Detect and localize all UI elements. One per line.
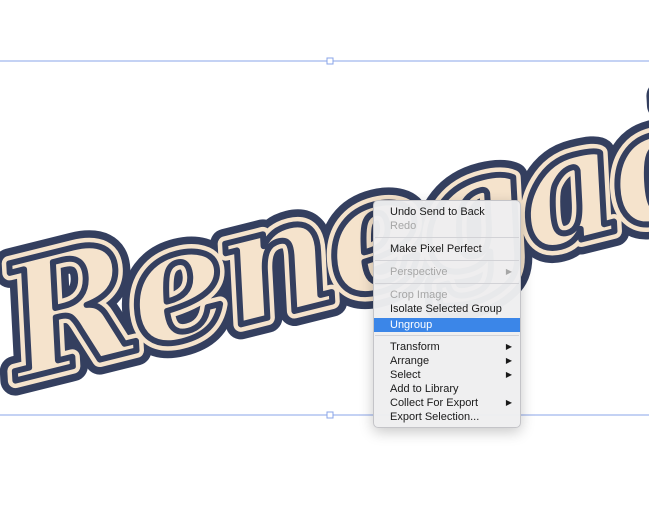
menu-item-label: Crop Image	[390, 289, 448, 301]
menu-item-isolate-selected-group[interactable]: Isolate Selected Group	[374, 302, 520, 316]
submenu-arrow-icon: ▶	[505, 356, 512, 365]
menu-item-label: Perspective	[390, 266, 448, 278]
menu-item-label: Add to Library	[390, 383, 459, 395]
menu-item-undo-send-to-back[interactable]: Undo Send to Back	[374, 205, 520, 219]
submenu-arrow-icon: ▶	[505, 370, 512, 379]
menu-item-make-pixel-perfect[interactable]: Make Pixel Perfect	[374, 242, 520, 256]
menu-item-perspective: Perspective ▶	[374, 265, 520, 279]
menu-item-label: Make Pixel Perfect	[390, 243, 482, 255]
menu-item-label: Collect For Export	[390, 397, 479, 409]
selection-handle-top[interactable]	[326, 57, 334, 65]
menu-item-label: Ungroup	[390, 319, 433, 331]
menu-item-add-to-library[interactable]: Add to Library	[374, 382, 520, 396]
menu-item-label: Isolate Selected Group	[390, 303, 502, 315]
menu-item-label: Redo	[390, 220, 417, 232]
submenu-arrow-icon: ▶	[505, 267, 512, 276]
menu-item-ungroup[interactable]: Ungroup	[374, 318, 520, 332]
menu-separator	[375, 283, 519, 284]
menu-item-collect-for-export[interactable]: Collect For Export ▶	[374, 396, 520, 410]
submenu-arrow-icon: ▶	[505, 342, 512, 351]
artboard-canvas[interactable]: Renegade Renegade Renegade	[0, 0, 649, 523]
menu-item-label: Select	[390, 369, 421, 381]
selection-handle-bottom[interactable]	[326, 411, 334, 419]
submenu-arrow-icon: ▶	[505, 398, 512, 407]
menu-item-export-selection[interactable]: Export Selection...	[374, 410, 520, 424]
menu-item-crop-image: Crop Image	[374, 288, 520, 302]
menu-item-arrange[interactable]: Arrange ▶	[374, 354, 520, 368]
menu-item-transform[interactable]: Transform ▶	[374, 340, 520, 354]
menu-separator	[375, 260, 519, 261]
context-menu: Undo Send to Back Redo Make Pixel Perfec…	[373, 200, 521, 428]
menu-item-redo: Redo	[374, 219, 520, 233]
menu-item-label: Undo Send to Back	[390, 206, 485, 218]
menu-item-label: Arrange	[390, 355, 430, 367]
menu-item-label: Transform	[390, 341, 440, 353]
lettering-face: Renegade	[0, 38, 649, 418]
renegade-lettering-group[interactable]: Renegade Renegade Renegade	[0, 23, 649, 433]
menu-item-select[interactable]: Select ▶	[374, 368, 520, 382]
menu-separator	[375, 237, 519, 238]
menu-separator	[375, 335, 519, 336]
menu-item-label: Export Selection...	[390, 411, 480, 423]
